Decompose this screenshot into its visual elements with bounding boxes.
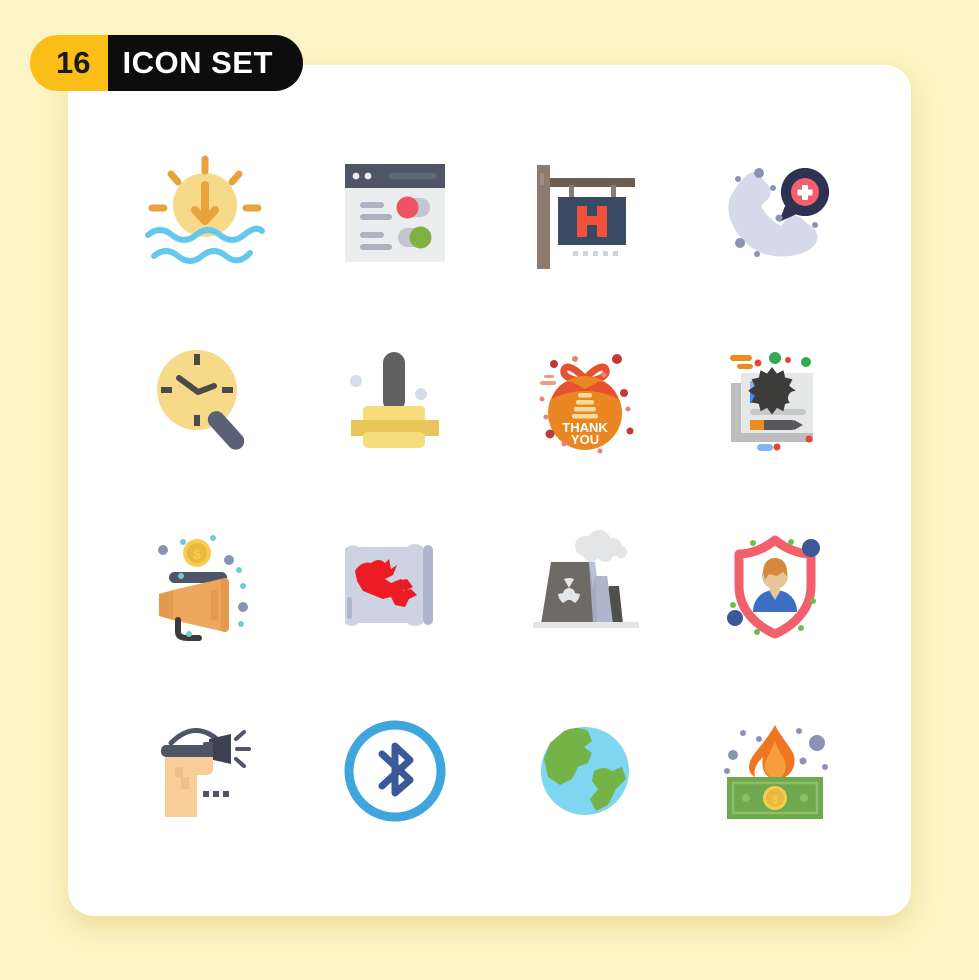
icon-set-title: ICON SET	[108, 35, 303, 91]
thank-you-gift-icon: THANK YOU	[539, 354, 634, 454]
icon-cell-crowdfunding[interactable]: $	[110, 492, 300, 678]
icon-cell-web-development[interactable]	[680, 306, 870, 492]
emergency-call-icon	[727, 167, 829, 257]
browser-settings-icon	[345, 163, 445, 262]
flashlight-hand-icon	[160, 727, 251, 817]
icon-cell-burning-money[interactable]: $	[680, 678, 870, 864]
icon-cell-user-protection[interactable]	[680, 492, 870, 678]
clock-search-icon	[157, 349, 245, 450]
globe-icon	[541, 726, 629, 815]
icon-cell-stamp[interactable]	[300, 306, 490, 492]
bluetooth-icon	[344, 720, 446, 822]
icon-cell-bluetooth[interactable]	[300, 678, 490, 864]
icon-cell-sunset[interactable]	[110, 120, 300, 306]
icon-cell-globe[interactable]	[490, 678, 680, 864]
icon-cell-nuclear-plant[interactable]	[490, 492, 680, 678]
crowdfunding-icon: $	[157, 534, 248, 641]
svg-text:$: $	[193, 546, 201, 562]
icon-cell-emergency-call[interactable]	[680, 120, 870, 306]
svg-text:YOU: YOU	[571, 432, 599, 447]
burning-money-icon: $	[723, 724, 828, 819]
sunset-icon	[145, 155, 265, 264]
svg-text:$: $	[771, 794, 777, 806]
icon-cell-clock-search[interactable]	[110, 306, 300, 492]
icon-cell-thank-you-gift[interactable]: THANK YOU	[490, 306, 680, 492]
icon-cell-canada-map[interactable]	[300, 492, 490, 678]
icon-grid: THANK YOU $ $	[110, 120, 870, 864]
canada-map-icon	[345, 544, 433, 626]
hotel-sign-icon	[537, 165, 635, 269]
stamp-icon	[349, 352, 439, 448]
icon-set-page: 16 ICON SET THANK YOU $ $	[0, 0, 979, 980]
header-badge: 16 ICON SET	[30, 35, 303, 91]
user-protection-icon	[726, 535, 820, 638]
icon-count-label: 16	[30, 35, 109, 91]
icon-cell-hotel-sign[interactable]	[490, 120, 680, 306]
icon-cell-browser-settings[interactable]	[300, 120, 490, 306]
icon-cell-flashlight-hand[interactable]	[110, 678, 300, 864]
web-development-icon	[729, 351, 813, 451]
nuclear-plant-icon	[532, 529, 639, 628]
